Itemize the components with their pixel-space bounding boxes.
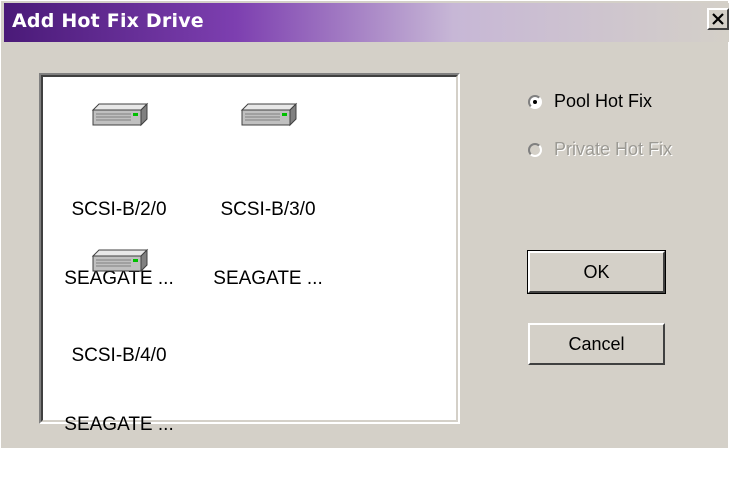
drive-model: SEAGATE ... bbox=[64, 414, 174, 435]
drive-id: SCSI-B/4/0 bbox=[71, 345, 167, 366]
pool-hot-fix-label: Pool Hot Fix bbox=[554, 91, 653, 111]
drive-item-scsi-b-4-0[interactable]: SCSI-B/4/0 SEAGATE ... bbox=[49, 247, 189, 482]
drive-model: SEAGATE ... bbox=[213, 268, 323, 289]
private-hot-fix-radio: Private Hot Fix bbox=[528, 139, 672, 160]
close-icon bbox=[712, 13, 724, 25]
hard-drive-icon bbox=[240, 102, 298, 127]
drive-list[interactable]: SCSI-B/2/0 SEAGATE ... SCSI-B/3/0 SEAGAT… bbox=[39, 73, 460, 435]
drive-id: SCSI-B/2/0 bbox=[71, 199, 167, 220]
ok-button[interactable]: OK bbox=[527, 250, 666, 294]
hard-drive-icon bbox=[91, 102, 149, 127]
private-hot-fix-label: Private Hot Fix bbox=[554, 139, 673, 159]
add-hot-fix-drive-dialog: Add Hot Fix Drive SCSI-B/2/0 SEAGATE ... bbox=[0, 0, 729, 448]
title-bar[interactable]: Add Hot Fix Drive bbox=[4, 3, 729, 42]
dialog-title: Add Hot Fix Drive bbox=[12, 10, 204, 32]
drive-label: SCSI-B/4/0 SEAGATE ... bbox=[49, 298, 189, 482]
close-button[interactable] bbox=[707, 8, 729, 30]
hard-drive-icon bbox=[91, 248, 149, 273]
radio-selected-indicator[interactable] bbox=[528, 94, 542, 109]
cancel-button[interactable]: Cancel bbox=[528, 323, 665, 365]
drive-label: SCSI-B/3/0 SEAGATE ... bbox=[198, 152, 338, 336]
pool-hot-fix-radio[interactable]: Pool Hot Fix bbox=[528, 91, 652, 112]
radio-unselected-indicator bbox=[528, 142, 542, 157]
drive-item-scsi-b-3-0[interactable]: SCSI-B/3/0 SEAGATE ... bbox=[198, 101, 338, 336]
drive-id: SCSI-B/3/0 bbox=[220, 199, 316, 220]
